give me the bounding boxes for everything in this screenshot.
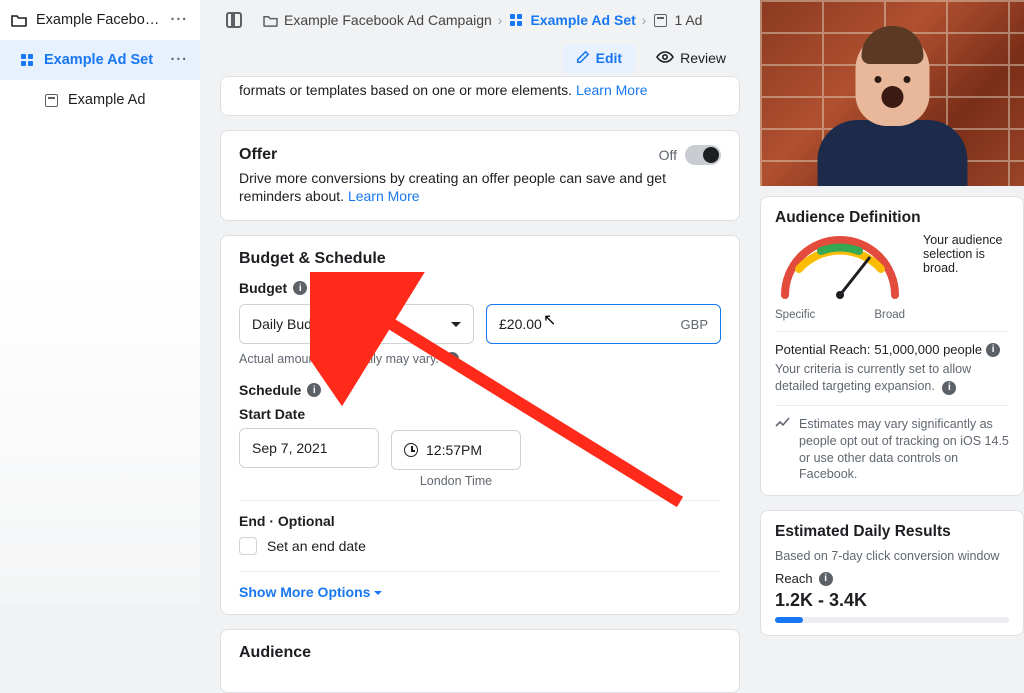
main-column: Example Facebook Ad Campaign › Example A…	[210, 0, 750, 602]
potential-reach-value: 51,000,000 people	[874, 342, 982, 357]
end-date-checkbox-label: Set an end date	[267, 538, 366, 554]
show-more-label: Show More Options	[239, 584, 370, 600]
info-icon[interactable]: i	[942, 381, 956, 395]
start-date-label: Start Date	[239, 406, 305, 422]
sidebar-item-campaign[interactable]: Example Facebook A... ···	[0, 0, 200, 40]
audience-side-note: Your audience selection is broad.	[923, 233, 1019, 275]
chevron-down-icon	[451, 322, 461, 332]
info-icon[interactable]: i	[986, 343, 1000, 357]
budget-label: Budget	[239, 280, 287, 296]
audience-gauge	[775, 235, 905, 303]
review-label: Review	[680, 50, 726, 66]
crumb-label: Example Ad Set	[530, 12, 635, 28]
sidebar-item-label: Example Ad Set	[44, 52, 167, 68]
learn-more-link[interactable]: Learn More	[576, 82, 648, 98]
offer-description: Drive more conversions by creating an of…	[239, 170, 666, 205]
end-label: End	[239, 513, 265, 529]
offer-toggle[interactable]	[685, 145, 721, 165]
offer-title: Offer	[239, 146, 277, 164]
crumb-ad[interactable]: 1 Ad	[652, 12, 702, 28]
reach-value: 1.2K - 3.4K	[775, 590, 1009, 611]
budget-type-select[interactable]: Daily Budget	[239, 304, 474, 344]
start-time-value: 12:57PM	[426, 442, 482, 458]
clock-icon	[404, 443, 418, 457]
presenter-webcam	[760, 0, 1024, 186]
left-sidebar: Example Facebook A... ··· Example Ad Set…	[0, 0, 200, 602]
panel-icon[interactable]	[226, 12, 242, 28]
more-icon[interactable]: ···	[167, 50, 193, 70]
crumb-campaign[interactable]: Example Facebook Ad Campaign	[262, 12, 492, 28]
gauge-specific-label: Specific	[775, 309, 815, 321]
timezone-label: London Time	[391, 474, 521, 488]
crumb-label: 1 Ad	[674, 12, 702, 28]
grid-icon	[18, 51, 36, 69]
potential-reach-label: Potential Reach:	[775, 342, 870, 357]
dynamic-creative-text: formats or templates based on one or mor…	[239, 82, 572, 98]
info-icon[interactable]: i	[293, 281, 307, 295]
chevron-right-icon: ›	[642, 12, 647, 28]
gauge-broad-label: Broad	[874, 309, 905, 321]
chevron-right-icon: ›	[498, 12, 503, 28]
budget-type-value: Daily Budget	[252, 316, 331, 332]
sidebar-item-ad[interactable]: Example Ad	[0, 80, 200, 120]
budget-currency: GBP	[681, 317, 708, 332]
eye-icon	[656, 50, 674, 66]
review-button[interactable]: Review	[656, 50, 726, 66]
dynamic-creative-card: formats or templates based on one or mor…	[220, 76, 740, 116]
estimates-note: Estimates may vary significantly as peop…	[799, 416, 1009, 484]
sidebar-item-label: Example Facebook A...	[36, 12, 167, 28]
end-optional: · Optional	[265, 513, 334, 529]
pencil-icon	[576, 50, 590, 67]
folder-icon	[10, 11, 28, 29]
start-date-value: Sep 7, 2021	[252, 440, 328, 456]
show-more-options-link[interactable]: Show More Options	[239, 584, 382, 600]
crumb-adset[interactable]: Example Ad Set	[508, 12, 635, 28]
end-date-checkbox[interactable]	[239, 537, 257, 555]
info-icon[interactable]: i	[307, 383, 321, 397]
edit-label: Edit	[596, 50, 622, 66]
est-daily-title: Estimated Daily Results	[775, 523, 1009, 541]
budget-schedule-title: Budget & Schedule	[239, 250, 721, 268]
edit-review-bar: Edit Review	[210, 40, 750, 76]
offer-toggle-label: Off	[659, 147, 677, 163]
edit-button[interactable]: Edit	[562, 44, 636, 73]
budget-schedule-card: Budget & Schedule Budget i Daily Budget …	[220, 235, 740, 615]
chevron-down-icon	[374, 591, 382, 599]
info-icon[interactable]: i	[819, 572, 833, 586]
folder-icon	[262, 12, 278, 28]
more-icon[interactable]: ···	[167, 10, 193, 30]
crumb-label: Example Facebook Ad Campaign	[284, 12, 492, 28]
schedule-label: Schedule	[239, 382, 301, 398]
budget-amount-input[interactable]: £20.00 GBP	[486, 304, 721, 344]
learn-more-link[interactable]: Learn More	[348, 188, 420, 204]
audience-definition-card: Audience Definition Specific Broad Your …	[760, 196, 1024, 496]
ad-icon	[652, 12, 668, 28]
sidebar-item-label: Example Ad	[68, 92, 192, 108]
estimated-daily-results-card: Estimated Daily Results Based on 7-day c…	[760, 510, 1024, 636]
start-time-input[interactable]: 12:57PM	[391, 430, 521, 470]
budget-hint: Actual amount spent daily may vary.	[239, 352, 439, 366]
est-daily-sub: Based on 7-day click conversion window	[775, 549, 1009, 563]
budget-amount-value: £20.00	[499, 316, 542, 332]
ad-icon	[42, 91, 60, 109]
start-date-input[interactable]: Sep 7, 2021	[239, 428, 379, 468]
trend-icon	[775, 416, 791, 431]
info-icon[interactable]: i	[445, 352, 459, 366]
reach-label: Reach	[775, 571, 813, 586]
audience-title: Audience	[239, 644, 721, 662]
right-column: Audience Definition Specific Broad Your …	[760, 0, 1024, 602]
offer-card: Offer Off Drive more conversions by crea…	[220, 130, 740, 222]
audience-definition-title: Audience Definition	[775, 209, 1009, 227]
breadcrumb: Example Facebook Ad Campaign › Example A…	[210, 0, 750, 40]
audience-card: Audience	[220, 629, 740, 693]
sidebar-item-adset[interactable]: Example Ad Set ···	[0, 40, 200, 80]
grid-icon	[508, 12, 524, 28]
